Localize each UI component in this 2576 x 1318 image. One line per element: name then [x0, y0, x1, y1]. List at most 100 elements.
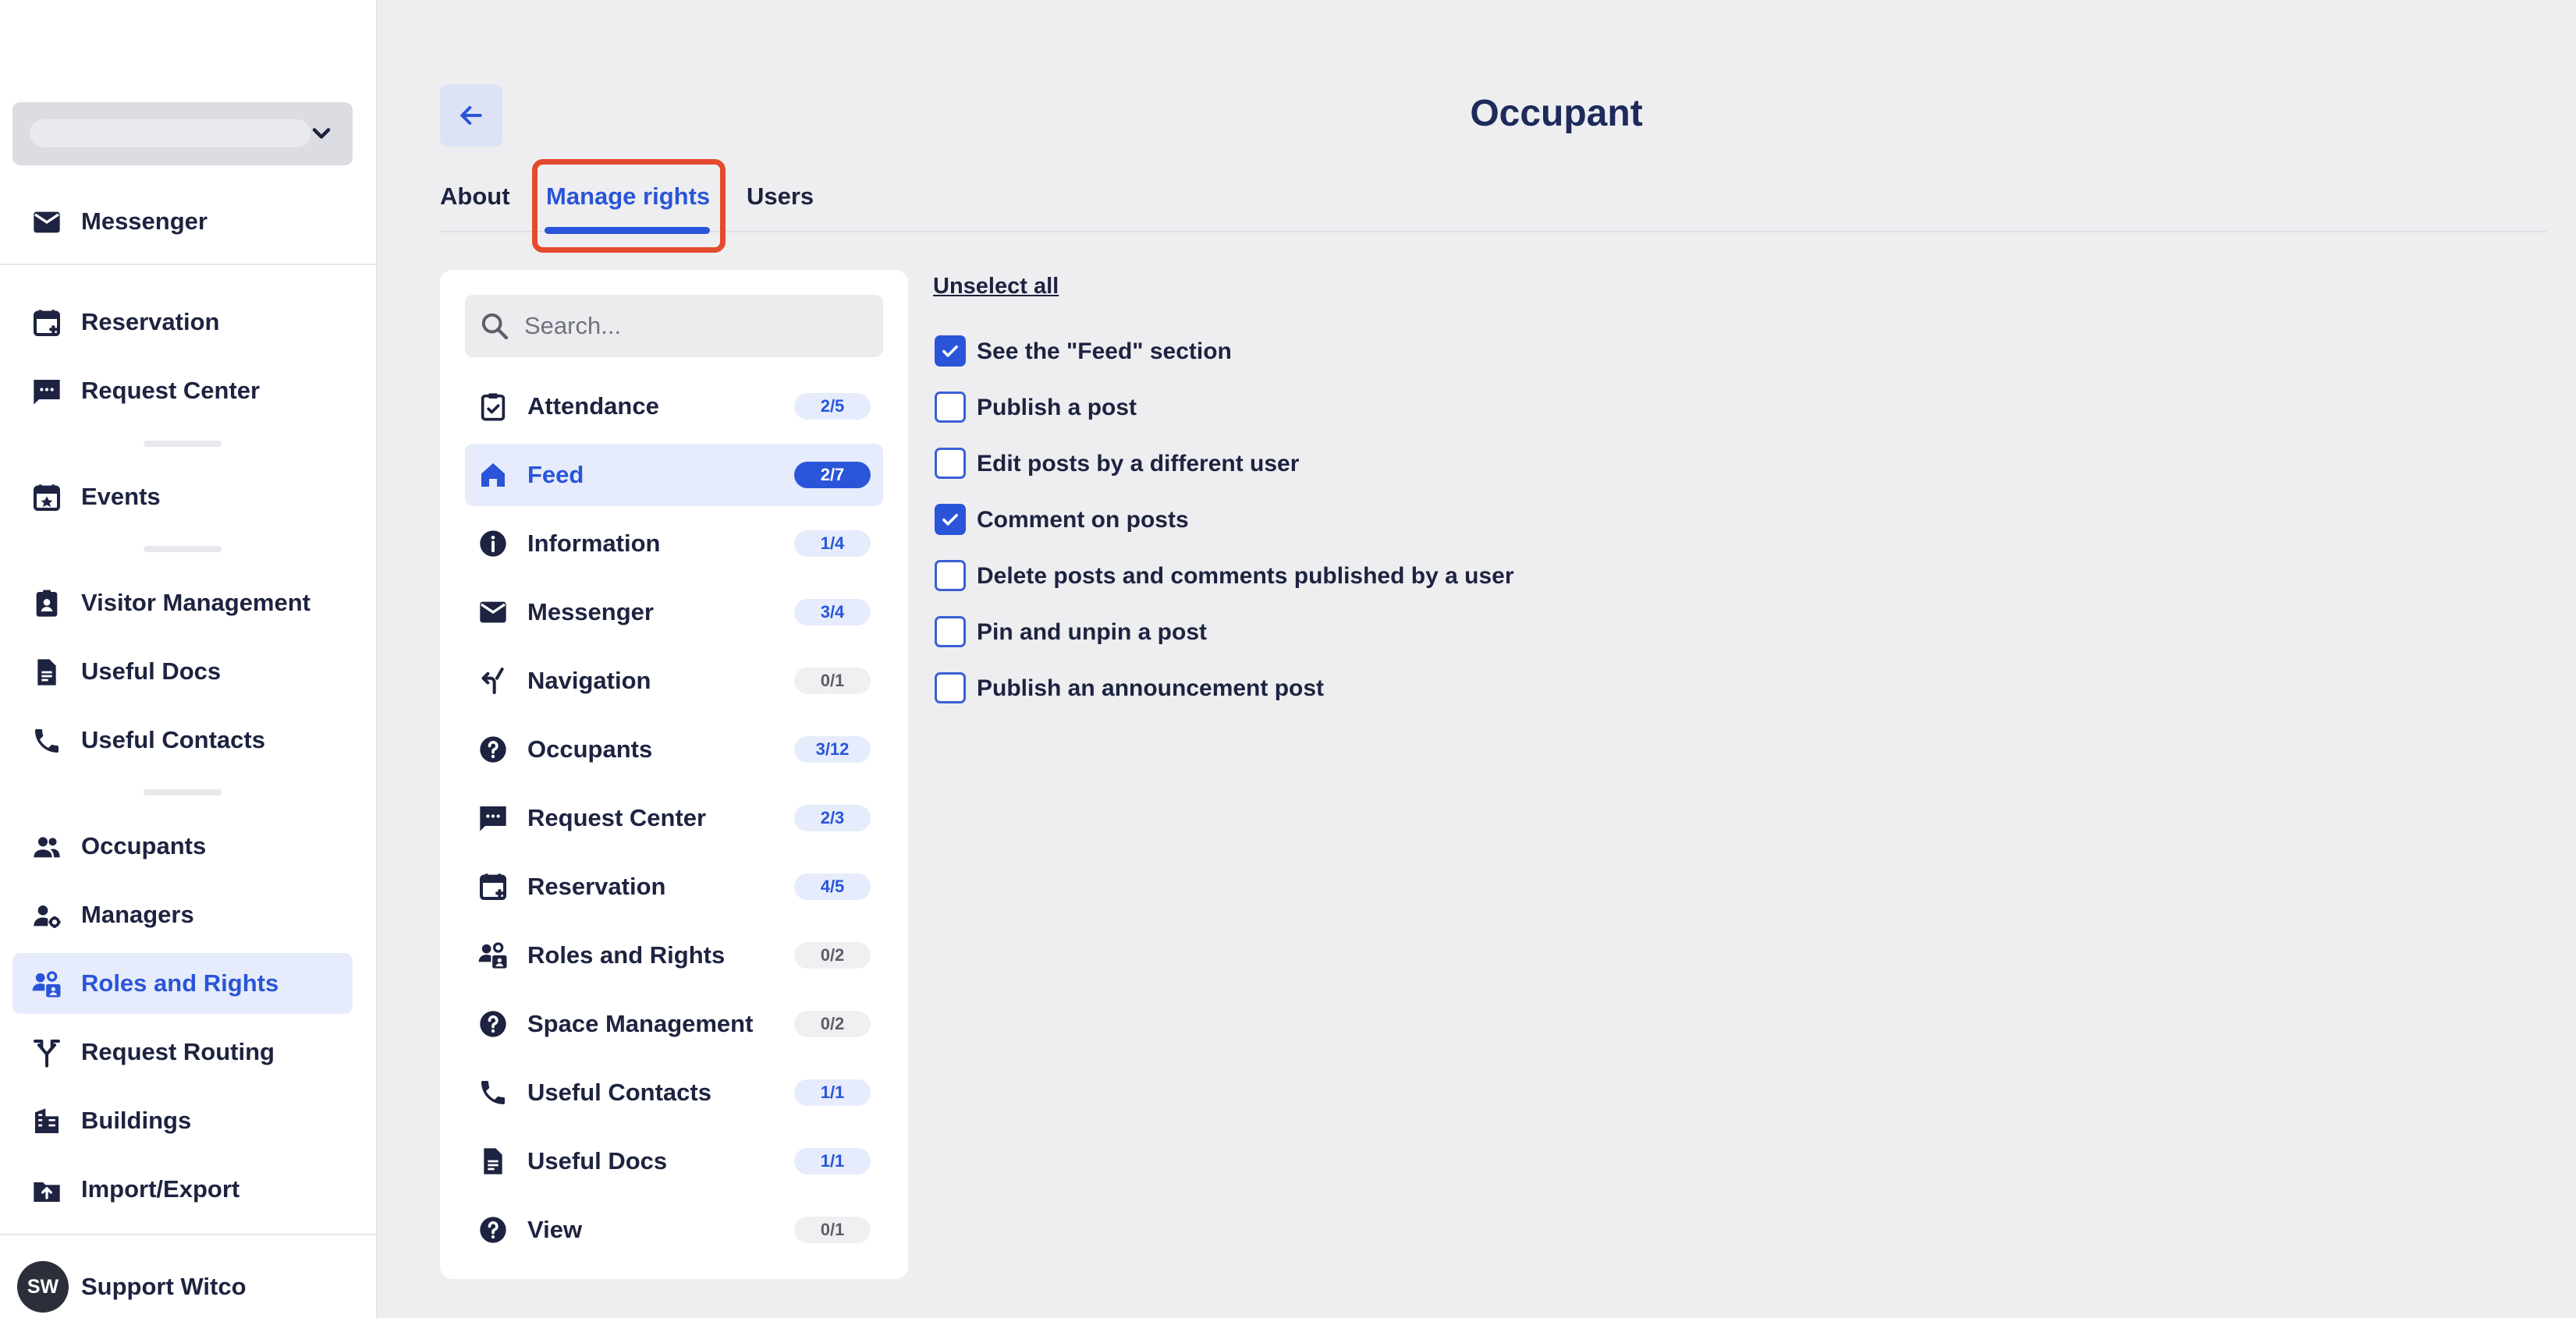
sidebar-item-label: Occupants	[81, 832, 207, 859]
mail-icon	[480, 601, 506, 623]
sidebar-item-useful-docs[interactable]: Useful Docs	[12, 641, 353, 702]
sidebar-item-occupants[interactable]: Occupants	[12, 816, 353, 877]
checkbox[interactable]	[935, 392, 966, 423]
sidebar-item-label: Request Routing	[81, 1038, 275, 1065]
category-item-feed[interactable]: Feed 2/7	[465, 444, 883, 506]
sidebar-item-label: Messenger	[81, 207, 208, 235]
category-label: Navigation	[527, 667, 651, 694]
category-label: Occupants	[527, 735, 653, 763]
category-label: Reservation	[527, 873, 666, 900]
count-badge: 0/1	[794, 668, 871, 694]
divider	[0, 264, 378, 265]
category-label: Useful Contacts	[527, 1079, 711, 1106]
divider	[144, 441, 222, 447]
sidebar-item-roles-and-rights[interactable]: Roles and Rights	[12, 953, 353, 1014]
workspace-name-placeholder	[30, 119, 310, 147]
category-label: Messenger	[527, 598, 654, 625]
category-item-useful-docs[interactable]: Useful Docs 1/1	[465, 1130, 883, 1192]
badge-icon	[36, 590, 58, 617]
category-item-attendance[interactable]: Attendance 2/5	[465, 375, 883, 438]
count-badge: 1/4	[794, 530, 871, 557]
category-label: Useful Docs	[527, 1147, 668, 1175]
mail-icon	[34, 211, 60, 233]
sidebar-item-managers[interactable]: Managers	[12, 884, 353, 945]
document-icon	[37, 659, 56, 686]
sidebar-item-messenger[interactable]: Messenger	[12, 191, 353, 252]
building-icon	[35, 1108, 59, 1133]
tab-about[interactable]: About	[440, 182, 510, 211]
user-gear-icon	[34, 905, 61, 928]
permission-label: See the "Feed" section	[977, 338, 1232, 364]
permission-label: Publish a post	[977, 395, 1137, 420]
sidebar-item-label: Visitor Management	[81, 589, 311, 616]
category-item-occupants[interactable]: Occupants 3/12	[465, 718, 883, 781]
count-badge: 0/2	[794, 942, 871, 969]
category-item-reservation[interactable]: Reservation 4/5	[465, 856, 883, 918]
calendar-star-icon	[34, 484, 60, 511]
count-badge: 2/7	[794, 462, 871, 488]
category-item-roles-and-rights[interactable]: Roles and Rights 0/2	[465, 924, 883, 987]
category-search[interactable]	[465, 295, 883, 357]
sidebar-item-import-export[interactable]: Import/Export	[12, 1159, 353, 1220]
sidebar-item-buildings[interactable]: Buildings	[12, 1090, 353, 1151]
sidebar-item-useful-contacts[interactable]: Useful Contacts	[12, 710, 353, 771]
user-name[interactable]: Support Witco	[81, 1273, 247, 1301]
checkbox[interactable]	[935, 504, 966, 535]
sidebar-item-label: Events	[81, 483, 161, 510]
workspace-select[interactable]	[12, 102, 353, 165]
tab-highlight-box	[532, 159, 726, 253]
count-badge: 3/4	[794, 599, 871, 625]
checkbox[interactable]	[935, 560, 966, 591]
category-item-view[interactable]: View 0/1	[465, 1199, 883, 1261]
category-item-request-center[interactable]: Request Center 2/3	[465, 787, 883, 849]
category-item-messenger[interactable]: Messenger 3/4	[465, 581, 883, 643]
search-input[interactable]	[524, 309, 868, 343]
divider	[0, 1234, 378, 1235]
document-icon	[484, 1148, 502, 1175]
phone-icon	[35, 729, 59, 753]
checkbox[interactable]	[935, 335, 966, 367]
checkbox[interactable]	[935, 672, 966, 703]
checkbox[interactable]	[935, 448, 966, 479]
count-badge: 1/1	[794, 1148, 871, 1175]
category-item-information[interactable]: Information 1/4	[465, 512, 883, 575]
sidebar: Messenger Reservation Request Center Eve…	[0, 0, 378, 1318]
count-badge: 4/5	[794, 873, 871, 900]
divider	[144, 789, 222, 795]
permission-label: Publish an announcement post	[977, 675, 1325, 701]
unselect-all-link[interactable]: Unselect all	[933, 274, 1059, 299]
roles-icon	[478, 942, 507, 969]
calendar-plus-icon	[480, 873, 506, 900]
count-badge: 2/3	[794, 805, 871, 831]
phone-icon	[481, 1081, 505, 1104]
sidebar-item-label: Managers	[81, 901, 194, 928]
permission-label: Comment on posts	[977, 507, 1189, 533]
avatar[interactable]: SW	[17, 1261, 69, 1313]
permission-label: Pin and unpin a post	[977, 619, 1207, 645]
sidebar-item-visitor-management[interactable]: Visitor Management	[12, 572, 353, 633]
sidebar-item-request-center[interactable]: Request Center	[12, 360, 353, 421]
chat-dots-icon	[480, 806, 506, 831]
category-label: Roles and Rights	[527, 941, 726, 969]
checkbox[interactable]	[935, 616, 966, 647]
routing-icon	[34, 1040, 60, 1068]
sidebar-item-request-routing[interactable]: Request Routing	[12, 1022, 353, 1082]
tab-users[interactable]: Users	[747, 182, 814, 211]
category-item-navigation[interactable]: Navigation 0/1	[465, 650, 883, 712]
question-icon	[480, 736, 506, 763]
sidebar-item-label: Useful Contacts	[81, 726, 265, 753]
roles-icon	[32, 971, 61, 997]
sidebar-item-label: Reservation	[81, 308, 220, 335]
sidebar-item-label: Roles and Rights	[81, 969, 279, 997]
check-icon	[942, 514, 958, 526]
category-label: View	[527, 1216, 583, 1243]
category-label: Space Management	[527, 1010, 754, 1037]
people-icon	[34, 837, 60, 858]
chevron-down-icon	[312, 128, 331, 139]
back-button[interactable]	[440, 84, 502, 147]
category-item-useful-contacts[interactable]: Useful Contacts 1/1	[465, 1061, 883, 1124]
sidebar-item-events[interactable]: Events	[12, 466, 353, 527]
search-icon	[481, 313, 509, 340]
category-item-space-management[interactable]: Space Management 0/2	[465, 993, 883, 1055]
sidebar-item-reservation[interactable]: Reservation	[12, 292, 353, 353]
